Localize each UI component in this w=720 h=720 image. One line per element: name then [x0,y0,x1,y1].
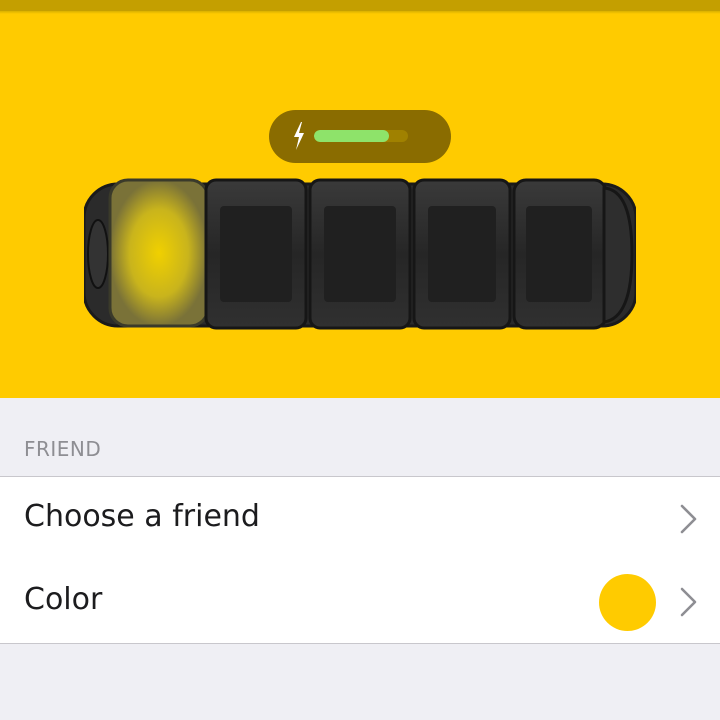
choose-friend-row[interactable]: Choose a friend [0,476,720,561]
battery-track [314,130,408,142]
top-bar-shadow [0,11,720,14]
battery-fill [314,130,390,142]
chevron-right-icon [680,504,697,534]
lightning-bolt-icon [294,122,304,150]
color-row[interactable]: Color [0,560,720,644]
section-header-friend: FRIEND [24,437,102,461]
wristband-image [84,178,636,330]
top-bar [0,0,720,11]
color-swatch [599,574,656,631]
device-hero [0,0,720,398]
chevron-right-icon [680,587,697,617]
choose-friend-label: Choose a friend [24,499,260,534]
color-label: Color [24,582,103,617]
